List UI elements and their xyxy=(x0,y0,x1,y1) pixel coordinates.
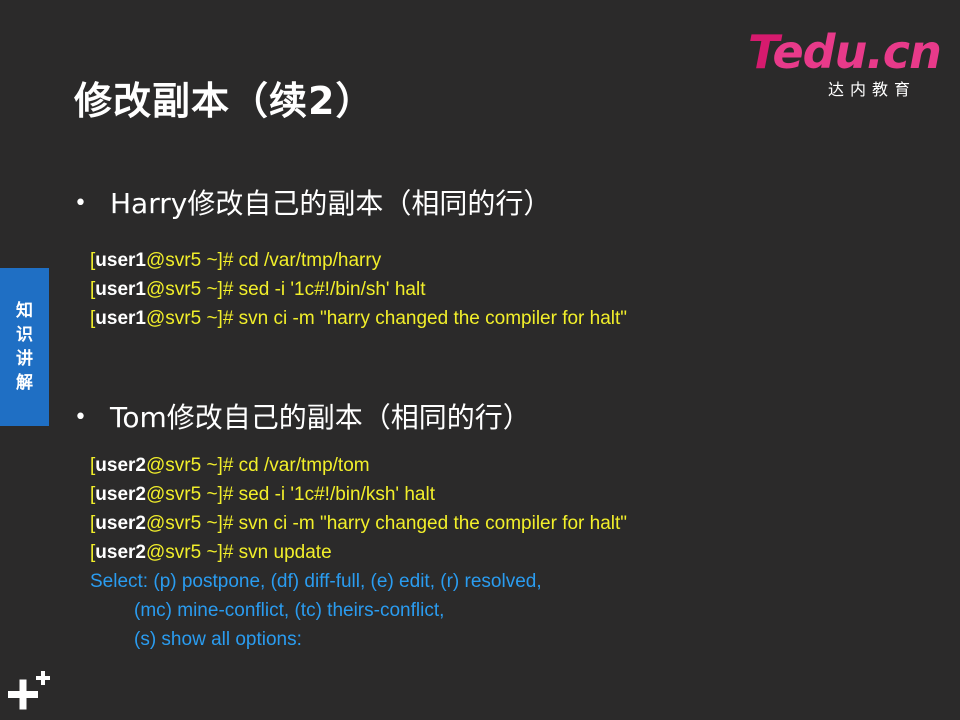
code-line: [user2@svr5 ~]# sed -i '1c#!/bin/ksh' ha… xyxy=(90,484,435,505)
plus-icon xyxy=(8,671,50,710)
output-line: Select: (p) postpone, (df) diff-full, (e… xyxy=(90,571,542,592)
side-tab-char: 解 xyxy=(16,373,33,393)
logo-t: T xyxy=(748,25,773,79)
bullet-heading: Tom修改自己的副本（相同的行） xyxy=(110,401,531,434)
code-line: [user1@svr5 ~]# cd /var/tmp/harry xyxy=(90,250,382,271)
bullet-tom: • Tom修改自己的副本（相同的行） xyxy=(74,396,531,436)
side-tab-char: 识 xyxy=(16,325,33,345)
code-line: [user1@svr5 ~]# sed -i '1c#!/bin/sh' hal… xyxy=(90,279,426,300)
bullet-dot-icon: • xyxy=(74,191,87,216)
code-line: [user2@svr5 ~]# svn ci -m "harry changed… xyxy=(90,513,628,534)
side-tab-char: 讲 xyxy=(16,349,33,369)
code-line: [user2@svr5 ~]# svn update xyxy=(90,542,332,563)
logo-rest: edu.cn xyxy=(772,25,941,79)
side-tab-char: 知 xyxy=(16,301,33,321)
logo-wordmark: Tedu.cn xyxy=(748,25,942,79)
slide-title: 修改副本（续2） xyxy=(74,79,375,123)
bullet-harry: • Harry修改自己的副本（相同的行） xyxy=(74,182,551,222)
code-block-harry: [user1@svr5 ~]# cd /var/tmp/harry [user1… xyxy=(90,246,627,333)
code-line: [user1@svr5 ~]# svn ci -m "harry changed… xyxy=(90,308,628,329)
side-tab-knowledge: 知 识 讲 解 xyxy=(0,268,49,426)
bullet-dot-icon: • xyxy=(74,405,87,430)
tedu-logo: Tedu.cn 达内教育 xyxy=(748,25,942,99)
bullet-heading: Harry修改自己的副本（相同的行） xyxy=(110,187,552,220)
logo-subtitle: 达内教育 xyxy=(828,80,917,99)
output-line: (s) show all options: xyxy=(134,629,302,650)
code-block-tom: [user2@svr5 ~]# cd /var/tmp/tom [user2@s… xyxy=(90,451,627,654)
code-line: [user2@svr5 ~]# cd /var/tmp/tom xyxy=(90,455,370,476)
output-line: (mc) mine-conflict, (tc) theirs-conflict… xyxy=(134,600,445,621)
